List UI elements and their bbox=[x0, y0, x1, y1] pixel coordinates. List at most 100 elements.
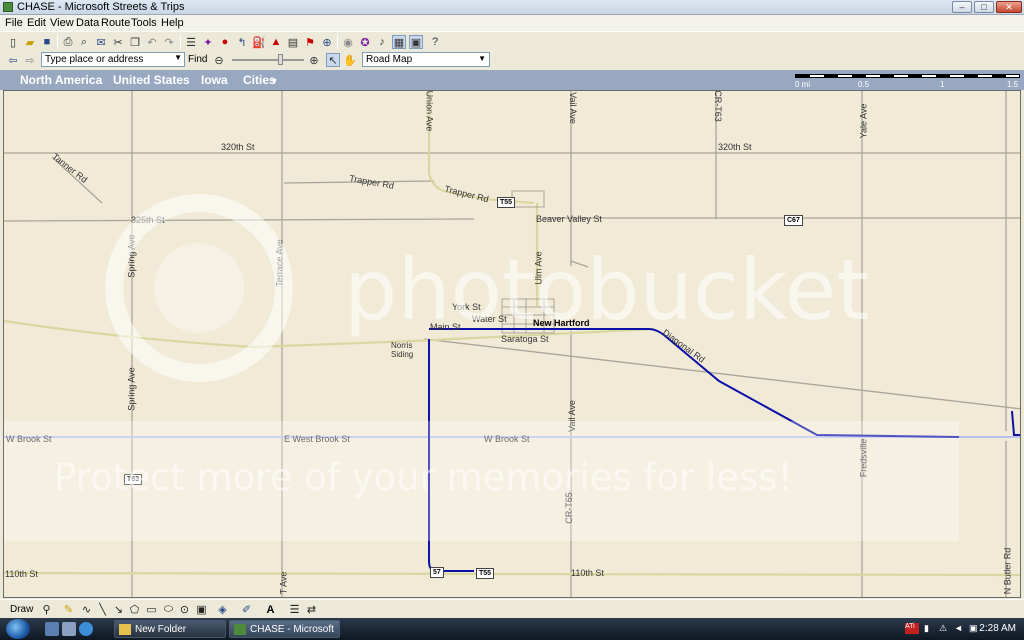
line-tool-icon[interactable]: ╲ bbox=[96, 603, 109, 616]
back-arrow-icon[interactable]: ⇦ bbox=[6, 53, 20, 67]
pan-hand-icon[interactable]: ✋ bbox=[343, 53, 357, 67]
chevron-down-icon[interactable]: ▾ bbox=[272, 76, 277, 87]
select-tool-icon[interactable]: ↖ bbox=[326, 53, 340, 67]
menu-data[interactable]: Data bbox=[76, 17, 99, 29]
chevron-down-icon[interactable]: ▼ bbox=[174, 53, 182, 62]
menu-view[interactable]: View bbox=[50, 17, 74, 29]
zoom-out-icon[interactable]: ⊖ bbox=[212, 53, 226, 67]
pin-icon[interactable]: ✪ bbox=[358, 35, 372, 49]
mail-icon[interactable]: ✉ bbox=[94, 35, 108, 49]
location-breadcrumb: North America United States Iowa Cities … bbox=[0, 70, 1024, 90]
chevron-down-icon[interactable]: ▼ bbox=[478, 54, 486, 63]
street-label: 320th St bbox=[221, 142, 255, 152]
menu-bar: File Edit View Data Route Tools Help bbox=[0, 15, 1024, 31]
title-bar[interactable]: CHASE - Microsoft Streets & Trips – □ ✕ bbox=[0, 0, 1024, 15]
text-box-tool-icon[interactable]: ▣ bbox=[195, 603, 208, 616]
stop-sign-icon[interactable]: ◉ bbox=[341, 35, 355, 49]
street-label: CR-T63 bbox=[712, 90, 723, 122]
minimize-button[interactable]: – bbox=[952, 1, 972, 13]
menu-help[interactable]: Help bbox=[161, 17, 184, 29]
route-back-icon[interactable]: ↰ bbox=[235, 35, 249, 49]
street-label: Terrace Ave bbox=[274, 239, 285, 287]
breadcrumb-north-america[interactable]: North America bbox=[20, 73, 102, 87]
polygon-tool-icon[interactable]: ⬠ bbox=[128, 603, 141, 616]
scale-label: 0.5 bbox=[858, 80, 870, 89]
street-label: Beaver Valley St bbox=[536, 214, 602, 224]
gps-icon[interactable]: ⊕ bbox=[320, 35, 334, 49]
stop-icon[interactable]: ● bbox=[218, 35, 232, 49]
pushpin-icon[interactable]: ⚑ bbox=[303, 35, 317, 49]
close-button[interactable]: ✕ bbox=[996, 1, 1022, 13]
breadcrumb-iowa[interactable]: Iowa bbox=[201, 73, 228, 87]
arrow-tool-icon[interactable]: ↘ bbox=[112, 603, 125, 616]
cut-icon[interactable]: ✂ bbox=[111, 35, 125, 49]
map-view[interactable]: 320th St Tanner Rd Trapper Rd Trapper Rd… bbox=[3, 90, 1021, 598]
street-label: T Ave bbox=[278, 571, 289, 595]
zoom-slider[interactable] bbox=[232, 59, 304, 61]
street-label: Spring Ave bbox=[126, 234, 137, 278]
forward-arrow-icon[interactable]: ⇨ bbox=[23, 53, 37, 67]
fill-color-icon[interactable]: ◈ bbox=[216, 603, 229, 616]
taskbar-item-new-folder[interactable]: New Folder bbox=[114, 620, 226, 638]
network-icon[interactable]: ▮ bbox=[924, 623, 935, 634]
highlighter-icon[interactable]: ♪ bbox=[375, 35, 389, 49]
clock[interactable]: 2:28 AM bbox=[979, 623, 1016, 634]
pushpin-tool-icon[interactable]: ⚲ bbox=[40, 603, 53, 616]
oval-tool-icon[interactable]: ⬭ bbox=[162, 603, 175, 616]
maximize-button[interactable]: □ bbox=[974, 1, 994, 13]
menu-edit[interactable]: Edit bbox=[27, 17, 46, 29]
print-icon[interactable]: ⎙ bbox=[61, 35, 75, 49]
scale-bar-graphic bbox=[795, 74, 1020, 78]
app-icon bbox=[3, 2, 13, 12]
fuel-icon[interactable]: ⛽ bbox=[252, 35, 266, 49]
redo-icon[interactable]: ↷ bbox=[162, 35, 176, 49]
zoom-in-icon[interactable]: ⊕ bbox=[307, 53, 321, 67]
security-icon[interactable]: ⚠ bbox=[939, 623, 950, 634]
route-planner-icon[interactable]: ✦ bbox=[201, 35, 215, 49]
line-style-icon[interactable]: ☰ bbox=[288, 603, 301, 616]
search-input[interactable]: Type place or address ▼ bbox=[41, 52, 185, 67]
taskbar-item-streets-trips[interactable]: CHASE - Microsoft ... bbox=[229, 620, 340, 640]
taskbar-item-label: CHASE - Microsoft ... bbox=[250, 624, 334, 640]
directions-icon[interactable]: ☰ bbox=[184, 35, 198, 49]
menu-file[interactable]: File bbox=[5, 17, 23, 29]
new-icon[interactable]: ▯ bbox=[6, 35, 20, 49]
copy-icon[interactable]: ❐ bbox=[128, 35, 142, 49]
overview-map-icon[interactable]: ▣ bbox=[409, 35, 423, 49]
save-icon[interactable]: ■ bbox=[40, 35, 54, 49]
save-route-icon[interactable]: ▤ bbox=[286, 35, 300, 49]
rectangle-tool-icon[interactable]: ▭ bbox=[145, 603, 158, 616]
freehand-tool-icon[interactable]: ∿ bbox=[80, 603, 93, 616]
print-preview-icon[interactable]: ⌕ bbox=[77, 35, 91, 49]
radius-tool-icon[interactable]: ⊙ bbox=[178, 603, 191, 616]
toolbar-separator bbox=[180, 35, 181, 49]
breadcrumb-cities[interactable]: Cities bbox=[243, 73, 276, 87]
switch-windows-icon[interactable] bbox=[62, 622, 76, 636]
car-icon[interactable]: ▲ bbox=[269, 35, 283, 49]
menu-route[interactable]: Route bbox=[101, 17, 130, 29]
draw-menu[interactable]: Draw bbox=[10, 604, 33, 615]
find-toolbar: ⇦ ⇨ Type place or address ▼ Find ⊖ ⊕ ↖ ✋… bbox=[0, 51, 1024, 69]
ati-icon[interactable]: ATi bbox=[905, 623, 919, 634]
breadcrumb-united-states[interactable]: United States bbox=[113, 73, 190, 87]
legend-icon[interactable]: ▦ bbox=[392, 35, 406, 49]
font-color-icon[interactable]: A bbox=[264, 603, 277, 616]
zoom-slider-thumb[interactable] bbox=[278, 54, 283, 65]
find-button[interactable]: Find bbox=[188, 54, 207, 65]
map-style-select[interactable]: Road Map ▼ bbox=[362, 52, 490, 67]
place-label: Fredsville bbox=[858, 438, 869, 478]
show-desktop-icon[interactable] bbox=[45, 622, 59, 636]
undo-icon[interactable]: ↶ bbox=[145, 35, 159, 49]
line-color-icon[interactable]: ✐ bbox=[240, 603, 253, 616]
open-icon[interactable]: ▰ bbox=[23, 35, 37, 49]
arrow-style-icon[interactable]: ⇄ bbox=[305, 603, 318, 616]
highlighter-tool-icon[interactable]: ✎ bbox=[62, 603, 75, 616]
map-canvas bbox=[4, 91, 1020, 597]
start-button[interactable] bbox=[6, 619, 30, 639]
street-label: N Butler Rd bbox=[1002, 547, 1013, 595]
menu-tools[interactable]: Tools bbox=[131, 17, 157, 29]
help-icon[interactable]: ? bbox=[428, 35, 442, 49]
volume-icon[interactable]: ◄ bbox=[954, 623, 965, 634]
search-placeholder: Type place or address bbox=[45, 54, 144, 65]
internet-explorer-icon[interactable] bbox=[79, 622, 93, 636]
